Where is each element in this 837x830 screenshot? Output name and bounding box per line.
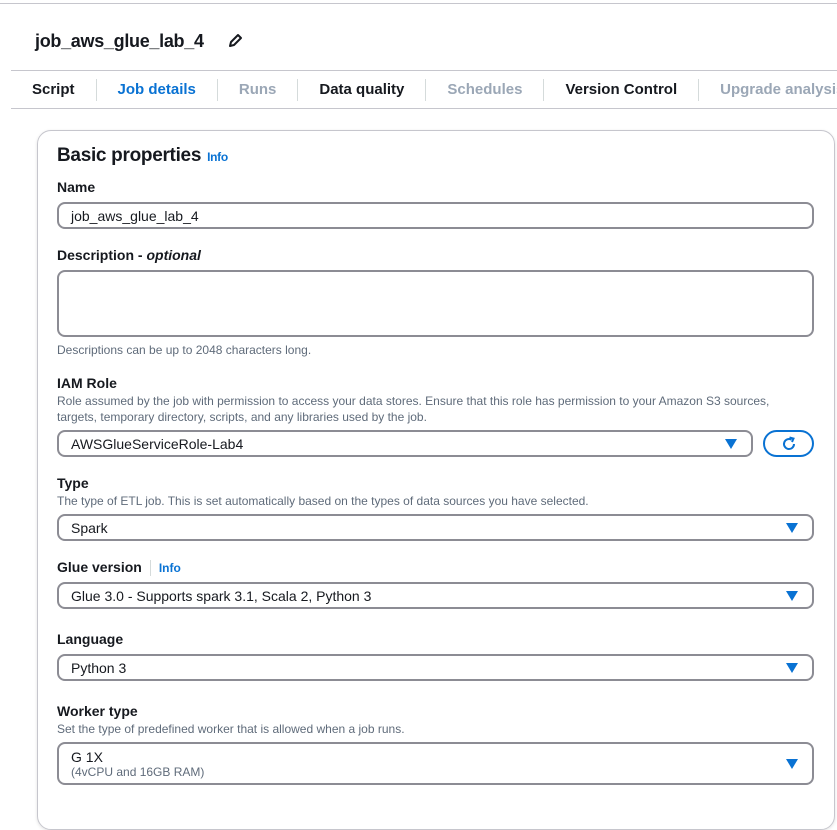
caret-down-icon — [725, 438, 737, 449]
language-label: Language — [57, 631, 124, 647]
refresh-icon — [782, 436, 795, 450]
info-link[interactable]: Info — [207, 150, 228, 164]
caret-down-icon — [786, 662, 798, 673]
glue-version-value: Glue 3.0 - Supports spark 3.1, Scala 2, … — [71, 587, 372, 604]
worker-type-value: G 1X — [71, 748, 103, 765]
section-title: Basic properties Info — [57, 145, 228, 167]
tab-script[interactable]: Script — [11, 79, 96, 101]
divider — [149, 560, 151, 577]
tab-runs[interactable]: Runs — [216, 79, 298, 101]
iam-role-value: AWSGlueServiceRole-Lab4 — [71, 435, 244, 452]
type-desc: The type of ETL job. This is set automat… — [57, 494, 589, 508]
tab-job-details[interactable]: Job details — [95, 79, 217, 101]
section-title-text: Basic properties — [57, 145, 202, 166]
description-textarea[interactable] — [57, 270, 814, 337]
top-divider — [0, 3, 837, 4]
worker-type-select[interactable]: G 1X (4vCPU and 16GB RAM) — [57, 742, 814, 785]
tab-version-control[interactable]: Version Control — [543, 79, 698, 101]
caret-down-icon — [786, 758, 798, 769]
worker-type-sub: (4vCPU and 16GB RAM) — [71, 764, 205, 779]
iam-role-desc: Role assumed by the job with permission … — [57, 394, 770, 424]
worker-type-label: Worker type — [57, 703, 138, 719]
worker-type-desc: Set the type of predefined worker that i… — [57, 722, 405, 736]
tab-upgrade-analysis[interactable]: Upgrade analysis — [698, 79, 837, 101]
type-select[interactable]: Spark — [57, 514, 814, 541]
type-value: Spark — [71, 519, 108, 536]
name-label: Name — [57, 179, 96, 195]
caret-down-icon — [786, 522, 798, 533]
name-value: job_aws_glue_lab_4 — [71, 207, 199, 224]
tab-bar: Script Job details Runs Data quality Sch… — [11, 72, 837, 109]
name-input[interactable]: job_aws_glue_lab_4 — [57, 202, 814, 229]
optional-text: optional — [146, 247, 201, 263]
header-divider — [11, 70, 837, 71]
refresh-button[interactable] — [763, 430, 814, 457]
glue-version-label: Glue version Info — [57, 559, 181, 577]
glue-version-label-text: Glue version — [57, 559, 142, 575]
iam-role-label: IAM Role — [57, 375, 117, 391]
description-label-text: Description — [57, 247, 135, 263]
iam-role-select[interactable]: AWSGlueServiceRole-Lab4 — [57, 430, 753, 457]
edit-pencil-icon[interactable] — [226, 32, 244, 50]
caret-down-icon — [786, 590, 798, 601]
language-value: Python 3 — [71, 659, 127, 676]
glue-version-select[interactable]: Glue 3.0 - Supports spark 3.1, Scala 2, … — [57, 582, 814, 609]
page-title: job_aws_glue_lab_4 — [35, 31, 204, 51]
language-select[interactable]: Python 3 — [57, 654, 814, 681]
glue-info-link[interactable]: Info — [159, 561, 181, 575]
description-label: Description - optional — [57, 247, 201, 263]
type-label: Type — [57, 475, 89, 491]
tab-schedules[interactable]: Schedules — [425, 79, 543, 101]
description-help: Descriptions can be up to 2048 character… — [57, 343, 312, 357]
tab-data-quality[interactable]: Data quality — [297, 79, 425, 101]
